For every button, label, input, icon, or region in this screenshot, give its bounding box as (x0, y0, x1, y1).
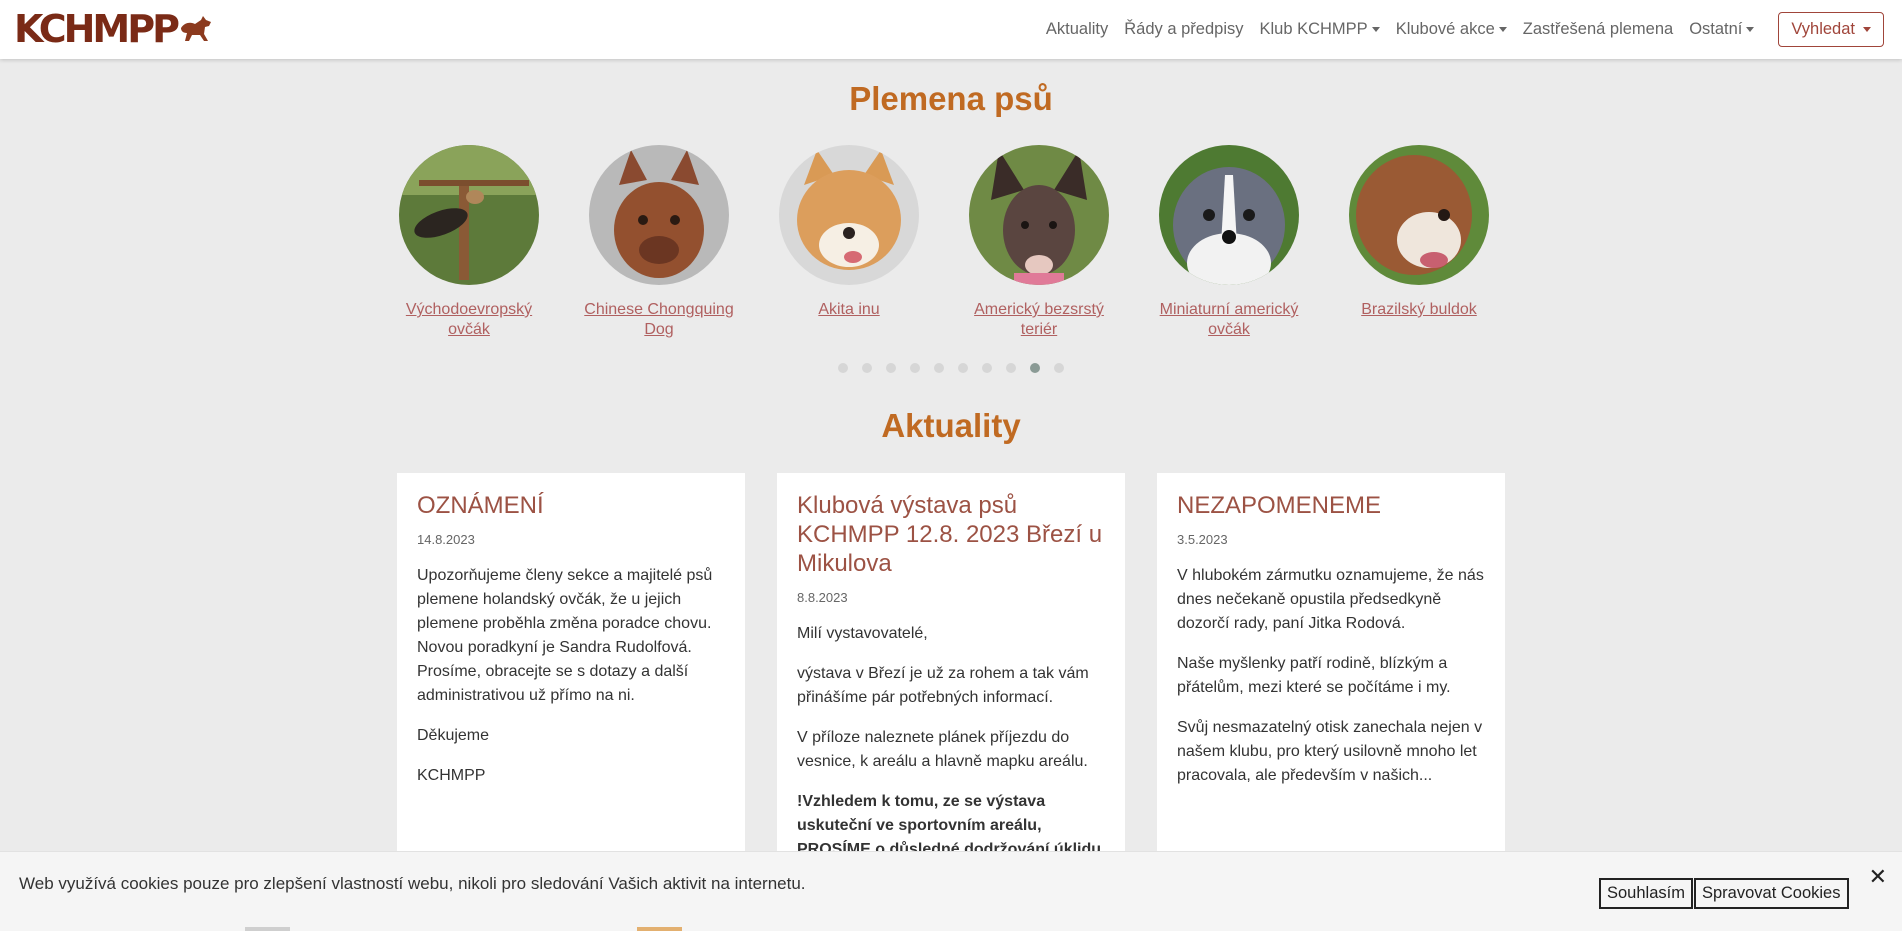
news-card-paragraph: výstava v Březí je už za rohem a tak vám… (797, 665, 1089, 706)
breed-photo[interactable] (399, 145, 539, 285)
breed-item[interactable]: Miniaturní americký ovčák (1149, 145, 1309, 340)
breed-item[interactable]: Brazilský buldok (1339, 145, 1499, 320)
carousel-dot[interactable] (982, 363, 992, 373)
breed-link[interactable]: Miniaturní americký ovčák (1149, 300, 1309, 340)
chevron-down-icon (1746, 27, 1755, 32)
carousel-dot[interactable] (862, 363, 872, 373)
search-dropdown-button[interactable]: Vyhledat (1778, 12, 1884, 47)
news-card-paragraph: Děkujeme (417, 727, 490, 744)
top-navbar: KCHMPP Aktuality Řády a předpisy Klub KC… (0, 0, 1902, 59)
news-card-title[interactable]: NEZAPOMENEME (1177, 491, 1485, 520)
breed-link[interactable]: Východoevropský ovčák (389, 300, 549, 340)
nav-item-klub[interactable]: Klub KCHMPP (1259, 20, 1380, 39)
carousel-dot[interactable] (886, 363, 896, 373)
news-card-date: 3.5.2023 (1177, 532, 1228, 547)
carousel-indicators (0, 363, 1902, 373)
breeds-heading: Plemena psů (849, 80, 1053, 117)
breed-item[interactable]: Americký bezsrstý teriér (959, 145, 1119, 340)
footer-strip (0, 927, 1902, 931)
news-card-title[interactable]: OZNÁMENÍ (417, 491, 725, 520)
news-card-title[interactable]: Klubová výstava psů KCHMPP 12.8. 2023 Bř… (797, 491, 1105, 578)
carousel-dot[interactable] (838, 363, 848, 373)
cookie-manage-button[interactable]: Spravovat Cookies (1694, 878, 1849, 909)
breed-photo[interactable] (1349, 145, 1489, 285)
carousel-dot[interactable] (1054, 363, 1064, 373)
nav-item-plemena[interactable]: Zastřešená plemena (1523, 20, 1673, 39)
dog-logo-icon (180, 16, 211, 41)
news-card-paragraph: Upozorňujeme členy sekce a majitelé psů … (417, 567, 713, 704)
news-card: NEZAPOMENEME 3.5.2023 V hlubokém zármutk… (1157, 473, 1505, 893)
breed-photo[interactable] (779, 145, 919, 285)
cookie-bar: Web využívá cookies pouze pro zlepšení v… (0, 851, 1902, 931)
chevron-down-icon (1371, 27, 1380, 32)
carousel-dot[interactable] (1006, 363, 1016, 373)
news-card-paragraph: V příloze naleznete plánek příjezdu do v… (797, 729, 1088, 770)
chevron-down-icon (1498, 27, 1507, 32)
nav-item-klubove-akce[interactable]: Klubové akce (1396, 20, 1507, 39)
nav-item-ostatni[interactable]: Ostatní (1689, 20, 1755, 39)
breed-link[interactable]: Chinese Chongquing Dog (579, 300, 739, 340)
close-icon[interactable]: ✕ (1869, 864, 1887, 890)
nav-item-rady[interactable]: Řády a předpisy (1124, 20, 1243, 39)
carousel-dot[interactable] (934, 363, 944, 373)
chevron-down-icon (1863, 27, 1871, 32)
breed-link[interactable]: Americký bezsrstý teriér (959, 300, 1119, 340)
breed-item[interactable]: Východoevropský ovčák (389, 145, 549, 340)
logo-text: KCHMPP (14, 7, 180, 51)
news-card: OZNÁMENÍ 14.8.2023 Upozorňujeme členy se… (397, 473, 745, 893)
breed-photo[interactable] (1159, 145, 1299, 285)
nav-item-aktuality[interactable]: Aktuality (1046, 20, 1108, 39)
breed-item[interactable]: Chinese Chongquing Dog (579, 145, 739, 340)
news-card-paragraph: Naše myšlenky patří rodině, blízkým a př… (1177, 655, 1451, 696)
cookie-text: Web využívá cookies pouze pro zlepšení v… (19, 874, 806, 893)
news-heading: Aktuality (881, 407, 1021, 444)
breed-link[interactable]: Akita inu (769, 300, 929, 320)
breeds-carousel: Východoevropský ovčák Chinese Chongquing… (389, 145, 1529, 345)
cookie-accept-button[interactable]: Souhlasím (1599, 878, 1693, 909)
carousel-dot[interactable] (958, 363, 968, 373)
breed-photo[interactable] (969, 145, 1109, 285)
news-card-paragraph: V hlubokém zármutku oznamujeme, že nás d… (1177, 567, 1484, 632)
news-card-date: 14.8.2023 (417, 532, 475, 547)
breed-photo[interactable] (589, 145, 729, 285)
breed-link[interactable]: Brazilský buldok (1339, 300, 1499, 320)
news-card-paragraph: Milí vystavovatelé, (797, 625, 928, 642)
main-nav: Aktuality Řády a předpisy Klub KCHMPP Kl… (1030, 0, 1884, 59)
carousel-dot-active[interactable] (1030, 363, 1040, 373)
breed-item[interactable]: Akita inu (769, 145, 929, 320)
carousel-dot[interactable] (910, 363, 920, 373)
news-card: Klubová výstava psů KCHMPP 12.8. 2023 Bř… (777, 473, 1125, 893)
news-card-paragraph: KCHMPP (417, 767, 486, 784)
site-logo[interactable]: KCHMPP (14, 10, 219, 48)
news-card-date: 8.8.2023 (797, 590, 848, 605)
news-card-paragraph: Svůj nesmazatelný otisk zanechala nejen … (1177, 719, 1483, 784)
